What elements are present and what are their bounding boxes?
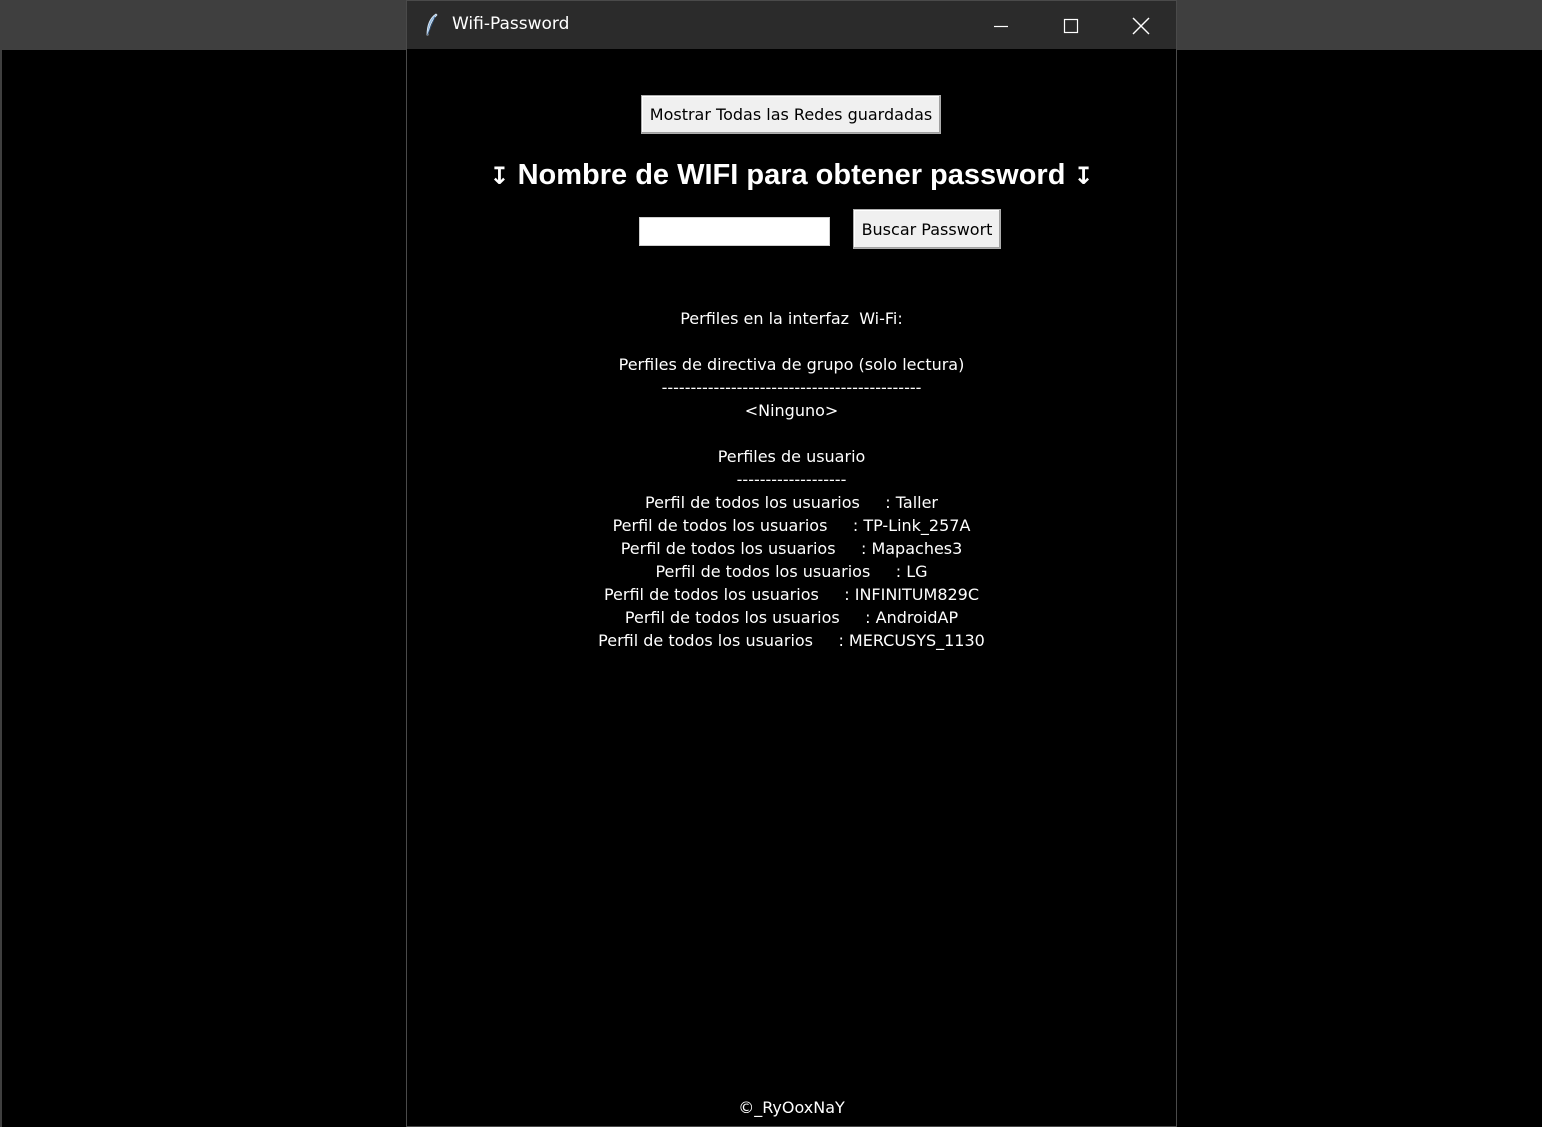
show-all-networks-button[interactable]: Mostrar Todas las Redes guardadas	[641, 95, 941, 134]
search-password-button[interactable]: Buscar Passwort	[853, 209, 1001, 249]
close-button[interactable]	[1106, 1, 1176, 50]
footer-credit: ©_RyOoxNaY	[738, 1098, 845, 1117]
profile-line: Perfil de todos los usuarios : TP-Link_2…	[612, 516, 971, 535]
feather-icon	[426, 13, 438, 36]
client-area: Mostrar Todas las Redes guardadas ↧ Nomb…	[407, 49, 1176, 1126]
group-profiles-header: Perfiles de directiva de grupo (solo lec…	[618, 355, 965, 374]
interface-header: Perfiles en la interfaz Wi-Fi:	[680, 309, 903, 328]
arrow-down-icon: ↧	[1073, 162, 1094, 190]
title-bar[interactable]: Wifi-Password	[407, 0, 1176, 49]
user-profiles-header: Perfiles de usuario	[717, 447, 866, 466]
group-none: <Ninguno>	[744, 401, 839, 420]
user-divider: -------------------	[736, 470, 847, 489]
profiles-output: Perfiles en la interfaz Wi-Fi: Perfiles …	[407, 307, 1176, 652]
profile-line: Perfil de todos los usuarios : Taller	[645, 493, 938, 512]
minimize-button[interactable]	[966, 1, 1036, 50]
profile-line: Perfil de todos los usuarios : Mapaches3	[620, 539, 963, 558]
instruction-heading: ↧ Nombre de WIFI para obtener password ↧	[407, 159, 1176, 192]
close-icon	[1132, 17, 1150, 34]
maximize-icon	[1063, 18, 1079, 33]
profile-line: Perfil de todos los usuarios : LG	[655, 562, 928, 581]
window-title: Wifi-Password	[452, 14, 570, 34]
wifi-name-input[interactable]	[639, 217, 830, 246]
desktop-edge	[0, 50, 2, 1127]
app-window: Wifi-Password Mostrar Todas las Redes gu…	[406, 0, 1177, 1127]
profile-line: Perfil de todos los usuarios : INFINITUM…	[603, 585, 980, 604]
heading-text: Nombre de WIFI para obtener password	[517, 159, 1066, 191]
maximize-button[interactable]	[1036, 1, 1106, 50]
group-divider: ----------------------------------------…	[661, 378, 922, 397]
arrow-down-icon: ↧	[489, 162, 510, 190]
profile-line: Perfil de todos los usuarios : AndroidAP	[624, 608, 959, 627]
profile-line: Perfil de todos los usuarios : MERCUSYS_…	[598, 631, 985, 650]
minimize-icon	[994, 25, 1008, 27]
